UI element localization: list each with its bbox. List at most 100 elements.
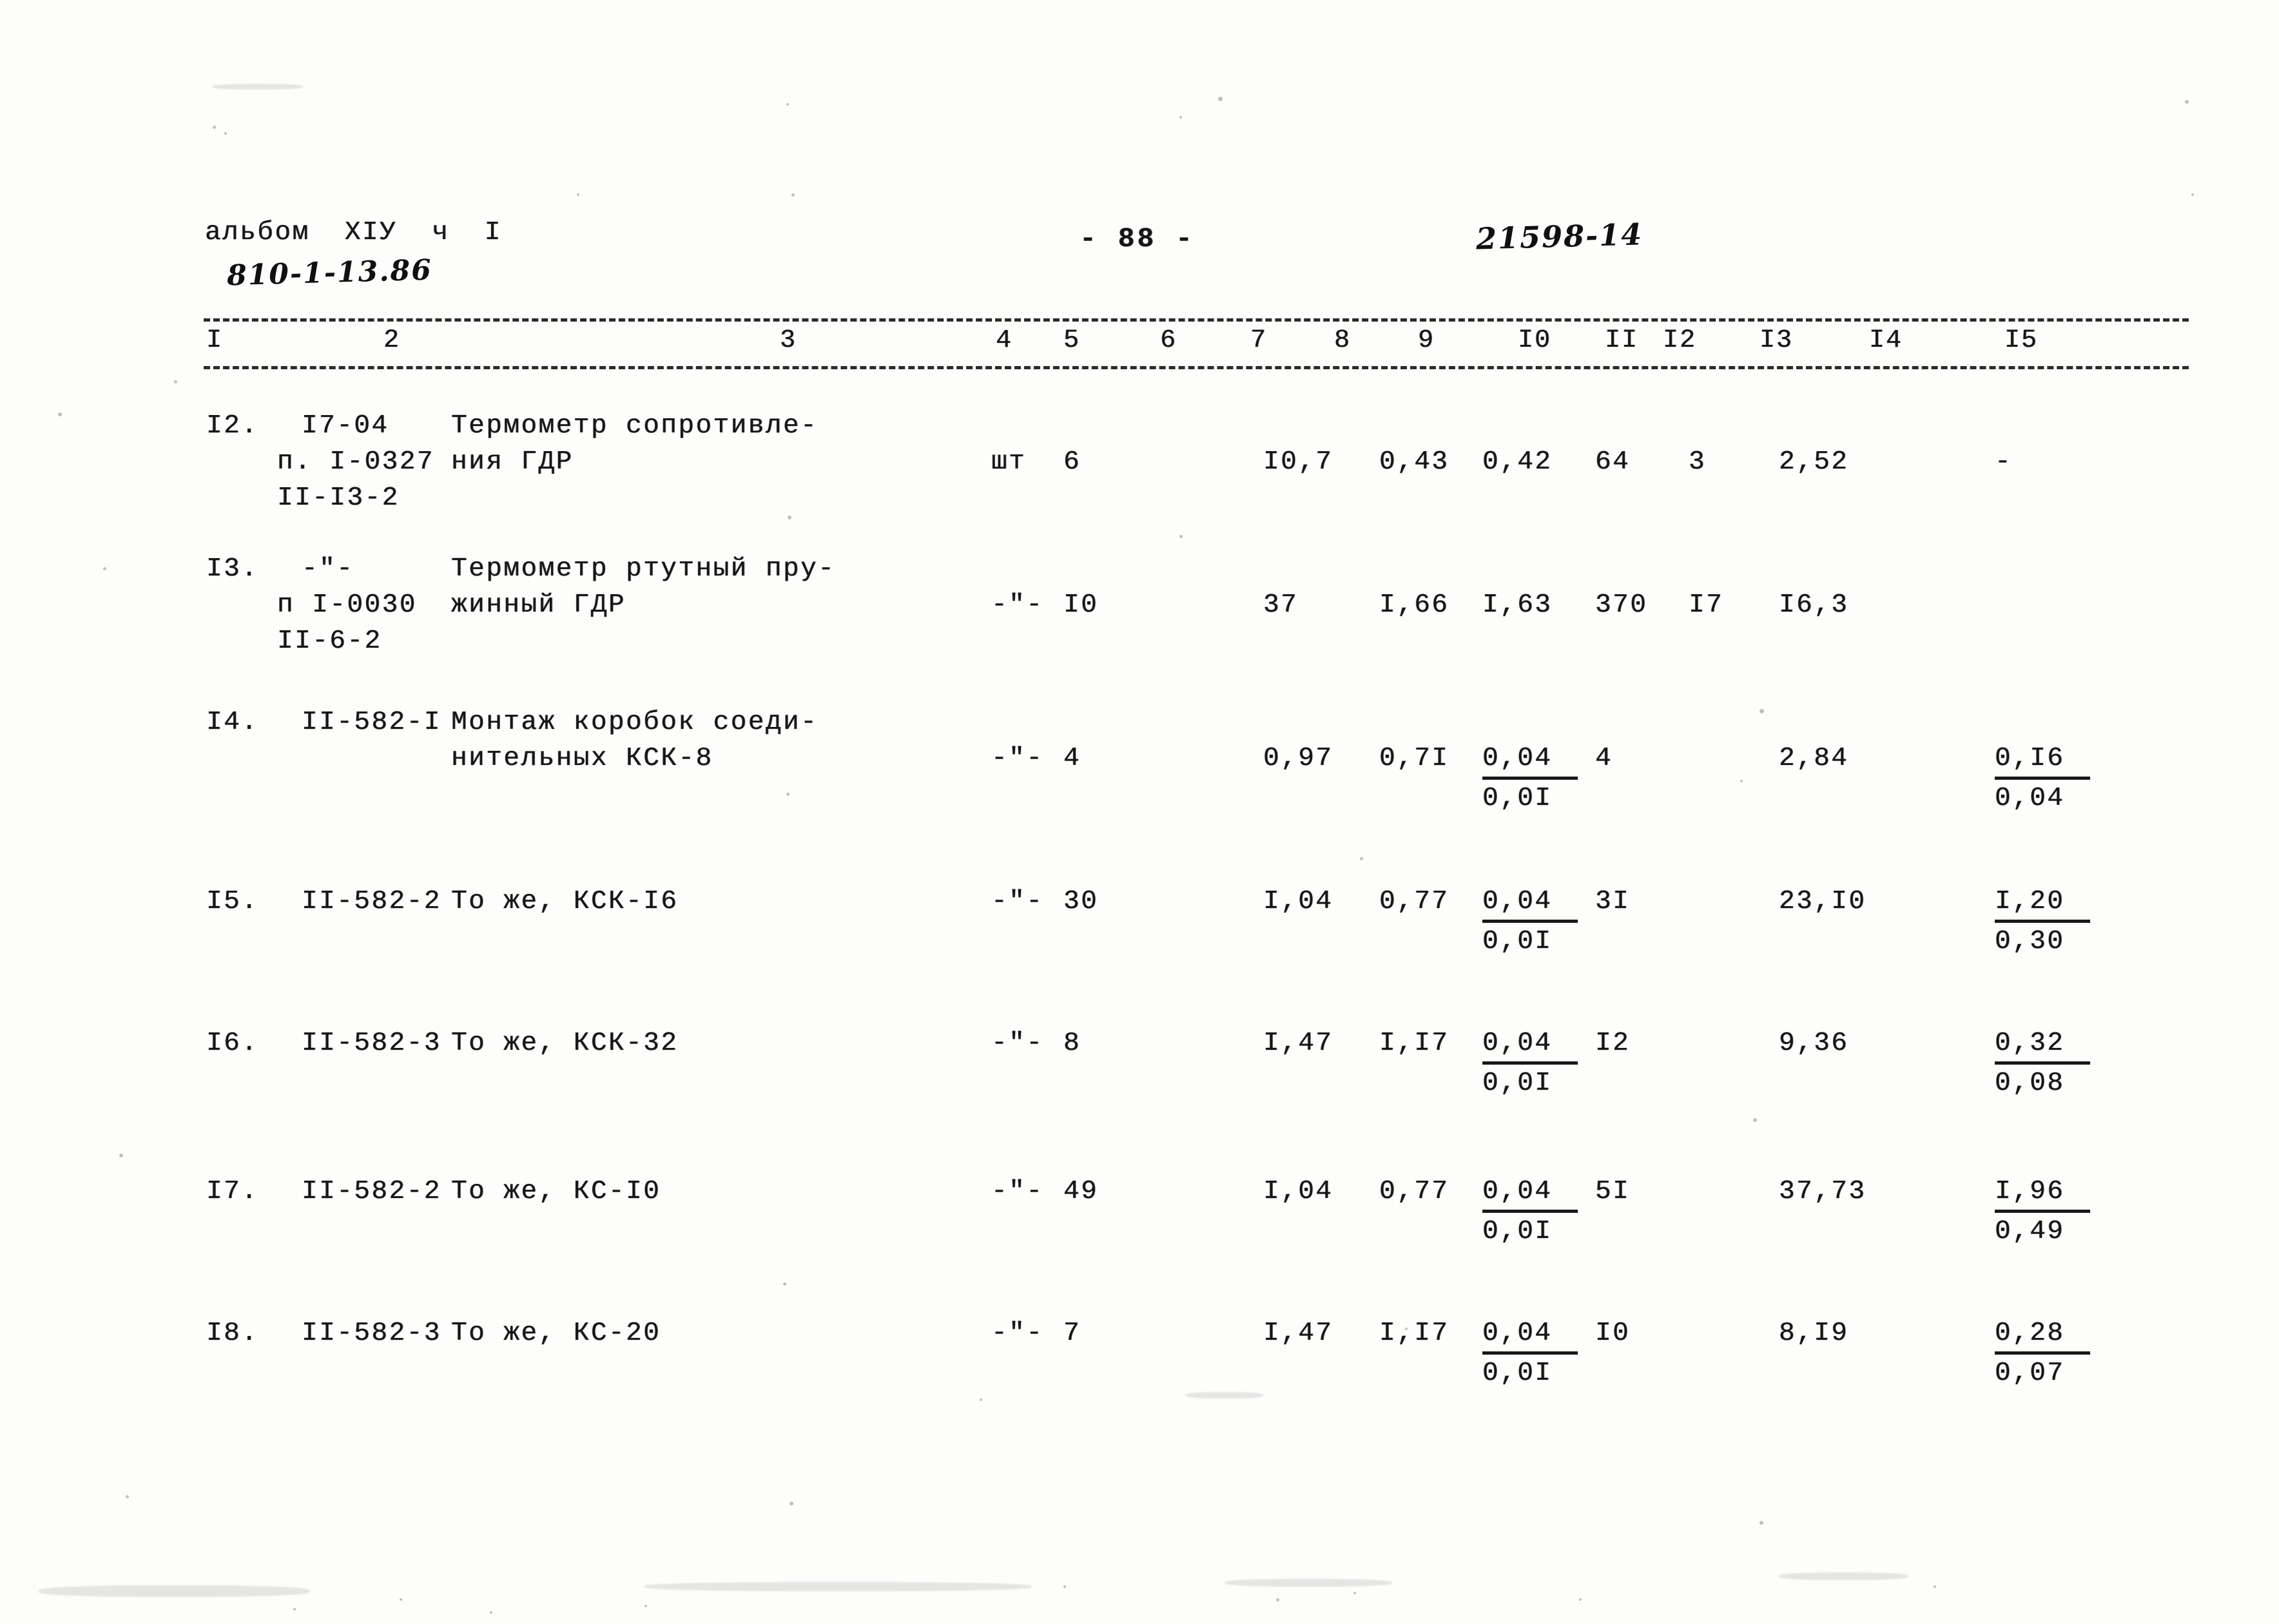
scan-speck — [786, 793, 790, 796]
row-1-code-line-1: п I-0030 — [277, 590, 417, 620]
scan-speck — [786, 103, 789, 106]
row-1-col11: I,63 — [1482, 590, 1553, 620]
row-6-col11-denominator: 0,0I — [1482, 1358, 1553, 1389]
row-3-col9: I,04 — [1263, 887, 1333, 916]
row-3-col10: 0,77 — [1379, 887, 1450, 916]
scan-speck — [791, 193, 795, 197]
column-number-2: 2 — [383, 326, 401, 355]
row-5-quantity: 49 — [1063, 1177, 1099, 1206]
scan-smudge — [213, 84, 303, 90]
column-number-I2: I2 — [1663, 326, 1697, 355]
scan-smudge — [1779, 1572, 1908, 1580]
table-rule-top — [204, 318, 2189, 322]
scan-speck — [1740, 780, 1743, 782]
row-3-quantity: 30 — [1063, 887, 1099, 916]
row-6-col12: I0 — [1595, 1319, 1631, 1348]
row-1-col10: I,66 — [1379, 590, 1450, 620]
row-1-col14: I6,3 — [1779, 590, 1849, 620]
row-1-col9: 37 — [1263, 590, 1299, 620]
row-5-item-number: I7. — [206, 1177, 259, 1206]
row-4-col15-bar — [1995, 1061, 2090, 1065]
row-1-quantity: I0 — [1063, 590, 1099, 620]
row-6-code-line-0: II-582-3 — [302, 1319, 441, 1348]
row-5-col14: 37,73 — [1779, 1177, 1867, 1206]
row-4-col10: I,I7 — [1379, 1029, 1450, 1058]
row-1-item-number: I3. — [206, 554, 259, 584]
row-1-name-line-1: жинный ГДР — [451, 590, 626, 620]
row-6-unit: -"- — [991, 1319, 1044, 1348]
scan-speck — [645, 1605, 647, 1607]
row-2-code-line-0: II-582-I — [302, 708, 441, 737]
row-2-col11-bar — [1482, 777, 1578, 780]
scan-speck — [1934, 1585, 1936, 1588]
album-code-handwritten: 810-1-13.86 — [226, 253, 433, 293]
row-0-code-line-1: п. I-0327 — [277, 447, 434, 477]
column-number-4: 4 — [996, 326, 1013, 355]
row-4-quantity: 8 — [1063, 1029, 1081, 1058]
scan-speck — [58, 412, 62, 416]
scan-smudge — [1225, 1579, 1392, 1587]
row-6-name-line-0: То же, КС-20 — [451, 1319, 661, 1348]
row-0-item-number: I2. — [206, 411, 259, 441]
column-number-8: 8 — [1334, 326, 1352, 355]
row-2-name-line-1: нительных КСК-8 — [451, 744, 713, 773]
row-2-col9: 0,97 — [1263, 744, 1333, 773]
row-0-col15: - — [1995, 447, 2013, 477]
row-0-col9: I0,7 — [1263, 447, 1333, 477]
scan-speck — [783, 1282, 786, 1286]
row-4-name-line-0: То же, КСК-32 — [451, 1029, 679, 1058]
row-6-col11-numerator: 0,04 — [1482, 1319, 1553, 1348]
row-3-col14: 23,I0 — [1779, 887, 1867, 916]
row-0-unit: шт — [991, 447, 1027, 477]
column-number-II: II — [1605, 326, 1639, 355]
scan-speck — [213, 126, 216, 129]
row-6-quantity: 7 — [1063, 1319, 1081, 1348]
row-5-col11-numerator: 0,04 — [1482, 1177, 1553, 1206]
row-6-item-number: I8. — [206, 1319, 259, 1348]
row-2-name-line-0: Монтаж коробок соеди- — [451, 708, 819, 737]
row-4-item-number: I6. — [206, 1029, 259, 1058]
row-3-col11-numerator: 0,04 — [1482, 887, 1553, 916]
scan-speck — [577, 193, 579, 196]
scan-speck — [1218, 97, 1223, 101]
row-1-col13: I7 — [1689, 590, 1724, 620]
scan-speck — [790, 1502, 793, 1505]
column-number-5: 5 — [1063, 326, 1081, 355]
scan-speck — [2191, 193, 2194, 196]
row-6-col10: I,I7 — [1379, 1319, 1450, 1348]
column-number-7: 7 — [1250, 326, 1268, 355]
row-0-col13: 3 — [1689, 447, 1707, 477]
row-3-unit: -"- — [991, 887, 1044, 916]
row-3-code-line-0: II-582-2 — [302, 887, 441, 916]
row-3-name-line-0: То же, КСК-I6 — [451, 887, 679, 916]
row-5-col11: 0,04 0,0I — [1482, 1177, 1578, 1247]
row-2-col15-numerator: 0,I6 — [1995, 744, 2065, 773]
row-4-col14: 9,36 — [1779, 1029, 1849, 1058]
row-6-col15-bar — [1995, 1351, 2090, 1355]
row-0-col11: 0,42 — [1482, 447, 1553, 477]
row-4-col11-numerator: 0,04 — [1482, 1029, 1553, 1058]
scan-speck — [119, 1154, 123, 1157]
row-3-col11: 0,04 0,0I — [1482, 887, 1578, 956]
row-3-col15-numerator: I,20 — [1995, 887, 2065, 916]
column-number-I3: I3 — [1760, 326, 1794, 355]
row-2-col11-denominator: 0,0I — [1482, 784, 1553, 814]
row-4-code-line-0: II-582-3 — [302, 1029, 441, 1058]
row-5-col11-denominator: 0,0I — [1482, 1217, 1553, 1247]
scan-speck — [1753, 1118, 1757, 1122]
row-1-code-line-0: -"- — [302, 554, 354, 584]
scan-speck — [1353, 1592, 1356, 1594]
row-4-col11: 0,04 0,0I — [1482, 1029, 1578, 1097]
row-2-col10: 0,7I — [1379, 744, 1450, 773]
table-rule-bottom — [204, 366, 2189, 369]
row-2-unit: -"- — [991, 744, 1044, 773]
scan-speck — [490, 1611, 492, 1614]
scan-smudge — [39, 1585, 309, 1597]
row-5-col15-denominator: 0,49 — [1995, 1217, 2065, 1247]
row-0-col10: 0,43 — [1379, 447, 1450, 477]
row-0-code-line-2: II-I3-2 — [277, 483, 400, 513]
row-2-item-number: I4. — [206, 708, 259, 737]
row-2-col15: 0,I6 0,04 — [1995, 744, 2090, 813]
scan-speck — [788, 516, 791, 519]
row-5-col11-bar — [1482, 1210, 1578, 1213]
